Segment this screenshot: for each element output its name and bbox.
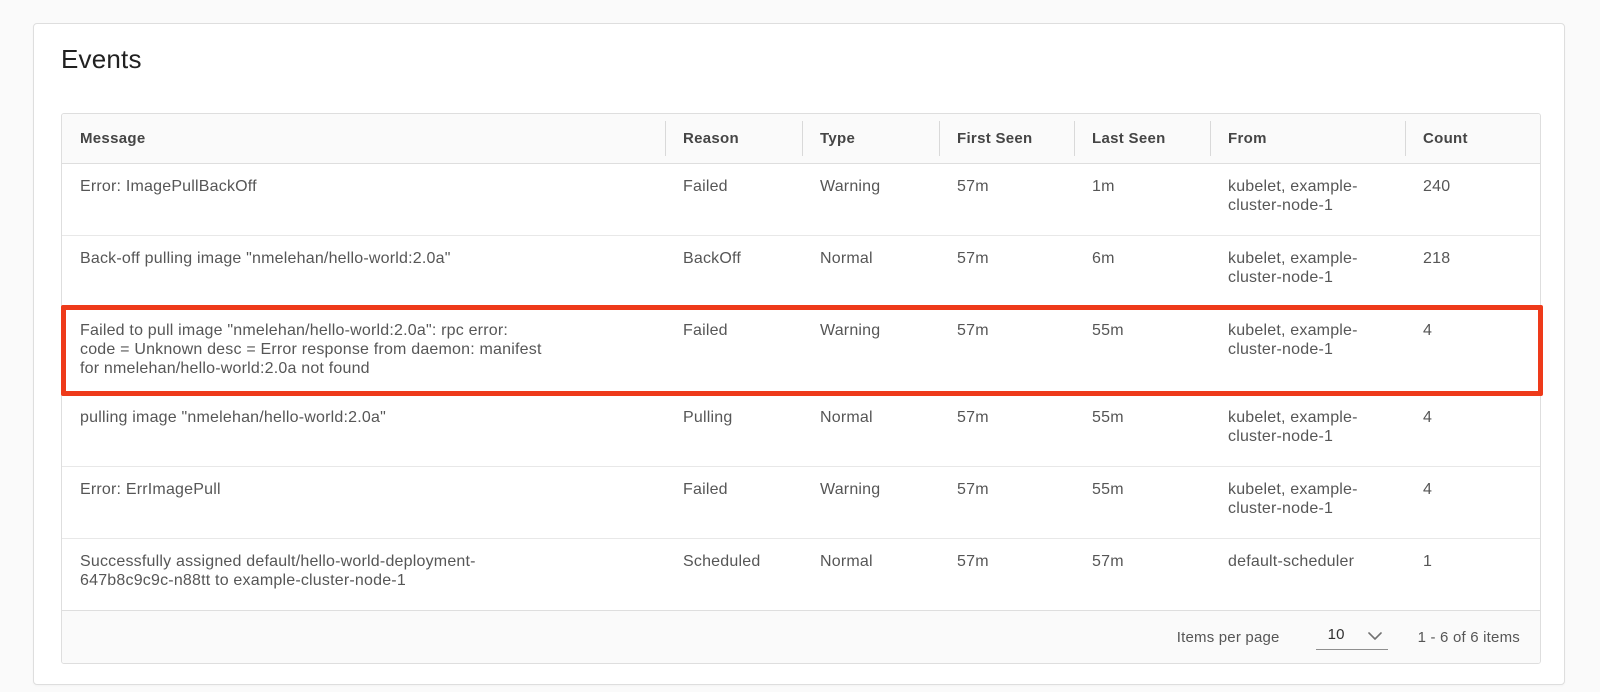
cell-from: kubelet, example-cluster-node-1 xyxy=(1210,395,1405,466)
cell-type: Normal xyxy=(802,539,939,610)
cell-count: 4 xyxy=(1405,308,1540,394)
cell-from: kubelet, example-cluster-node-1 xyxy=(1210,164,1405,235)
cell-count: 1 xyxy=(1405,539,1540,610)
cell-first-seen: 57m xyxy=(939,308,1074,394)
cell-reason: BackOff xyxy=(665,236,802,307)
column-header: Message xyxy=(62,114,665,163)
table-row: Successfully assigned default/hello-worl… xyxy=(62,539,1540,610)
page-size-select[interactable]: 10 xyxy=(1316,624,1388,650)
table-row: Error: ImagePullBackOff Failed Warning 5… xyxy=(62,164,1540,236)
table-footer: Items per page 10 1 - 6 of 6 items xyxy=(62,610,1540,663)
cell-last-seen: 55m xyxy=(1074,395,1210,466)
events-card: Events MessageReasonTypeFirst SeenLast S… xyxy=(33,23,1565,685)
cell-reason: Failed xyxy=(665,164,802,235)
cell-reason: Scheduled xyxy=(665,539,802,610)
cell-from: kubelet, example-cluster-node-1 xyxy=(1210,467,1405,538)
cell-last-seen: 1m xyxy=(1074,164,1210,235)
items-per-page-label: Items per page xyxy=(1177,629,1280,646)
cell-first-seen: 57m xyxy=(939,467,1074,538)
table-row: Back-off pulling image "nmelehan/hello-w… xyxy=(62,236,1540,308)
events-table: MessageReasonTypeFirst SeenLast SeenFrom… xyxy=(61,113,1541,664)
cell-count: 240 xyxy=(1405,164,1540,235)
cell-message: Successfully assigned default/hello-worl… xyxy=(62,539,665,610)
column-header: Last Seen xyxy=(1074,114,1210,163)
cell-reason: Failed xyxy=(665,467,802,538)
cell-first-seen: 57m xyxy=(939,395,1074,466)
table-row: Failed to pull image "nmelehan/hello-wor… xyxy=(62,308,1540,395)
cell-message: Failed to pull image "nmelehan/hello-wor… xyxy=(62,308,665,394)
cell-reason: Pulling xyxy=(665,395,802,466)
cell-message: pulling image "nmelehan/hello-world:2.0a… xyxy=(62,395,665,466)
table-row: Error: ErrImagePull Failed Warning 57m 5… xyxy=(62,467,1540,539)
cell-type: Warning xyxy=(802,164,939,235)
column-header: From xyxy=(1210,114,1405,163)
cell-last-seen: 6m xyxy=(1074,236,1210,307)
page-size-value: 10 xyxy=(1328,626,1345,643)
cell-first-seen: 57m xyxy=(939,539,1074,610)
cell-reason: Failed xyxy=(665,308,802,394)
cell-count: 4 xyxy=(1405,395,1540,466)
cell-message: Error: ErrImagePull xyxy=(62,467,665,538)
cell-count: 4 xyxy=(1405,467,1540,538)
cell-type: Normal xyxy=(802,236,939,307)
cell-from: kubelet, example-cluster-node-1 xyxy=(1210,236,1405,307)
table-header-row: MessageReasonTypeFirst SeenLast SeenFrom… xyxy=(62,114,1540,164)
cell-type: Warning xyxy=(802,308,939,394)
page-title: Events xyxy=(61,44,142,75)
cell-first-seen: 57m xyxy=(939,164,1074,235)
column-header: Count xyxy=(1405,114,1540,163)
pagination-range: 1 - 6 of 6 items xyxy=(1418,629,1520,646)
table-body: Error: ImagePullBackOff Failed Warning 5… xyxy=(62,164,1540,610)
cell-type: Warning xyxy=(802,467,939,538)
cell-type: Normal xyxy=(802,395,939,466)
cell-last-seen: 55m xyxy=(1074,467,1210,538)
column-header: Reason xyxy=(665,114,802,163)
column-header: First Seen xyxy=(939,114,1074,163)
chevron-down-icon xyxy=(1368,632,1382,640)
cell-last-seen: 55m xyxy=(1074,308,1210,394)
table-row: pulling image "nmelehan/hello-world:2.0a… xyxy=(62,395,1540,467)
cell-last-seen: 57m xyxy=(1074,539,1210,610)
column-header: Type xyxy=(802,114,939,163)
cell-count: 218 xyxy=(1405,236,1540,307)
cell-message: Error: ImagePullBackOff xyxy=(62,164,665,235)
cell-first-seen: 57m xyxy=(939,236,1074,307)
cell-message: Back-off pulling image "nmelehan/hello-w… xyxy=(62,236,665,307)
cell-from: kubelet, example-cluster-node-1 xyxy=(1210,308,1405,394)
cell-from: default-scheduler xyxy=(1210,539,1405,610)
